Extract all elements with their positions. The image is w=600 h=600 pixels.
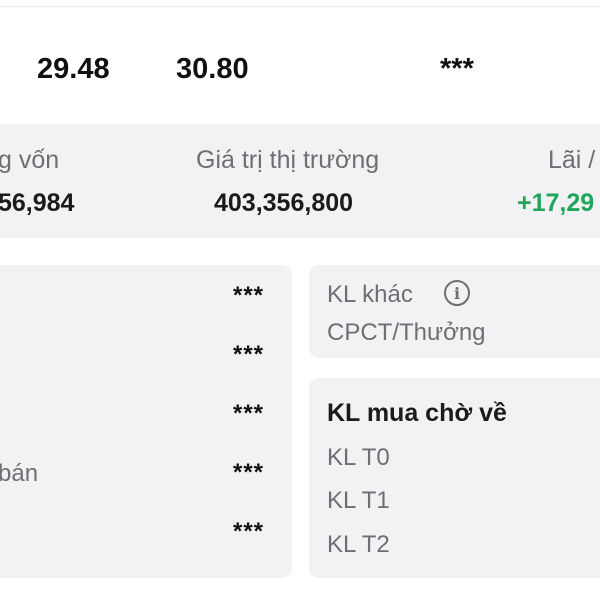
hidden-value: *** [440, 53, 474, 85]
top-divider [0, 6, 600, 7]
price-value-1: 29.48 [37, 53, 110, 85]
profit-loss-value: +17,29 [517, 189, 595, 217]
row-value-5: *** [233, 518, 265, 545]
volume-t0-label: KL T0 [327, 444, 390, 471]
other-volume-title: KL khác [327, 281, 413, 308]
row-value-2: *** [233, 341, 265, 368]
row-value-3: *** [233, 400, 265, 427]
market-value-label: Giá trị thị trường [196, 146, 380, 174]
pending-buy-title: KL mua chờ về [327, 399, 507, 427]
row-value-1: *** [233, 282, 265, 309]
cost-value: 56,984 [0, 189, 75, 217]
volume-t1-label: KL T1 [327, 487, 390, 514]
info-icon[interactable]: i [444, 280, 470, 306]
bonus-label: CPCT/Thưởng [327, 319, 486, 346]
row-value-4: *** [233, 459, 265, 486]
cost-label: g vốn [0, 146, 60, 174]
sell-label: bán [0, 460, 39, 487]
market-value: 403,356,800 [214, 189, 354, 217]
profit-loss-label: Lãi / [548, 146, 596, 174]
portfolio-summary [0, 124, 600, 238]
volume-t2-label: KL T2 [327, 531, 390, 558]
price-value-2: 30.80 [176, 53, 249, 85]
